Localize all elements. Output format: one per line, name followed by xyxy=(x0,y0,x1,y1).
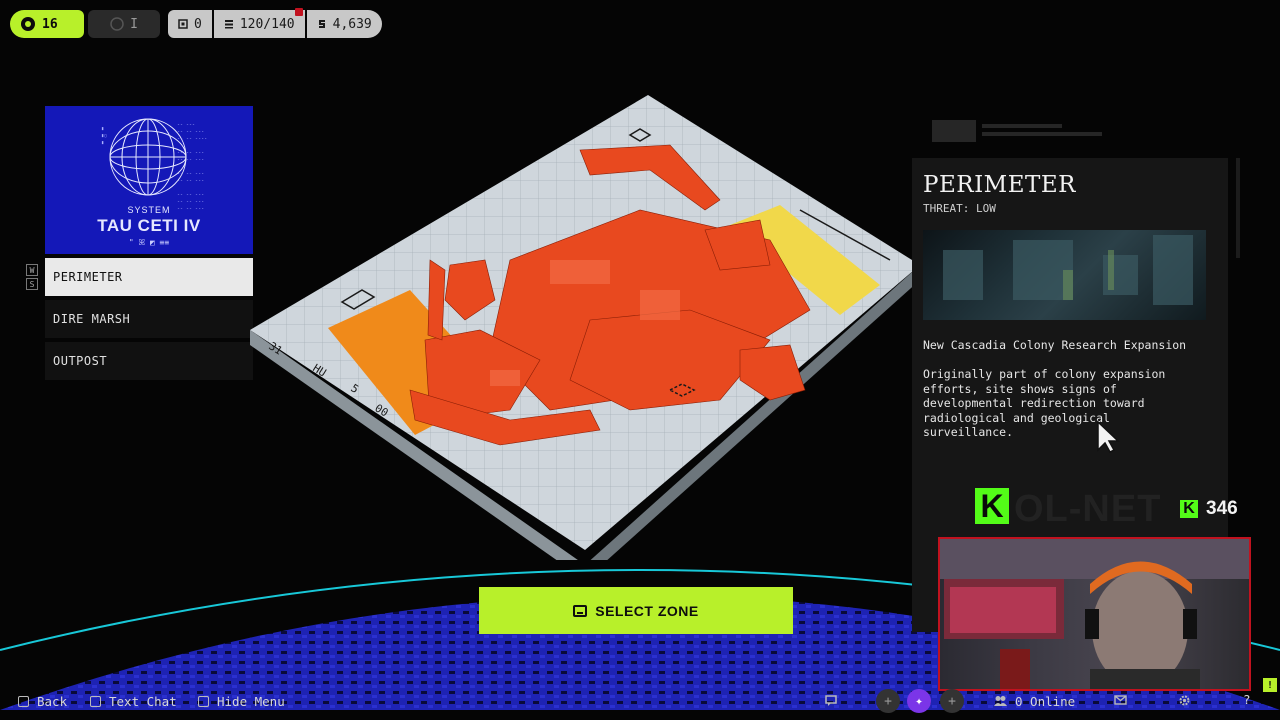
capacity-stat[interactable]: 120/140 xyxy=(213,8,305,38)
rank-value: I xyxy=(130,16,138,32)
panel-scroll-edge[interactable] xyxy=(1236,158,1240,258)
stat-a[interactable]: 0 xyxy=(168,10,212,38)
viewer-count-value: 346 xyxy=(1206,498,1238,519)
back-button[interactable]: Back xyxy=(18,694,67,709)
overlay-watermark: OL-NET xyxy=(1014,488,1162,530)
zone-list: PERIMETER DIRE MARSH OUTPOST xyxy=(45,258,253,380)
avatar-icon: ✦ xyxy=(915,693,923,709)
zone-preview-image xyxy=(923,230,1206,320)
viewer-count: K 346 xyxy=(1180,498,1238,520)
alert-dot-icon xyxy=(294,8,303,16)
stat-a-value: 0 xyxy=(194,16,202,32)
mail-icon[interactable] xyxy=(1114,695,1127,705)
mouse-cursor-icon xyxy=(1097,420,1120,453)
hide-menu-label: Hide Menu xyxy=(217,693,285,709)
webcam-overlay xyxy=(938,537,1251,691)
keyboard-key-icon xyxy=(573,604,588,617)
bottom-bar: Back Text Chat Hide Menu + ✦ + 0 Online … xyxy=(0,686,1280,716)
threat-level: THREAT: LOW xyxy=(923,202,996,215)
online-label: 0 Online xyxy=(1015,693,1076,709)
coords-text-right: -- --- -- -- --- -- -- ---- -- -- --- -- -- … xyxy=(177,122,208,212)
hide-menu-button[interactable]: Hide Menu xyxy=(198,694,285,709)
select-zone-label: SELECT ZONE xyxy=(595,602,699,619)
zone-description: Originally part of colony expansion effo… xyxy=(923,367,1166,440)
party-member-avatar[interactable]: ✦ xyxy=(907,689,931,713)
kick-logo: K xyxy=(975,488,1009,524)
select-zone-button[interactable]: SELECT ZONE xyxy=(479,587,793,634)
zone-label: OUTPOST xyxy=(53,354,108,368)
back-key-icon xyxy=(18,695,29,707)
zone-item-perimeter[interactable]: PERIMETER xyxy=(45,258,253,296)
zone-subtitle: New Cascadia Colony Research Expansion xyxy=(923,338,1187,352)
settings-icon[interactable] xyxy=(1178,694,1191,707)
rank-icon xyxy=(110,17,124,31)
box-icon xyxy=(178,19,188,29)
menu-key-icon xyxy=(198,695,209,707)
player-level-badge[interactable]: 16 xyxy=(10,10,84,38)
users-icon xyxy=(994,696,1007,706)
hotkey-s: S xyxy=(26,278,38,290)
credits-value: 4,639 xyxy=(332,16,372,32)
text-chat-button[interactable]: Text Chat xyxy=(90,694,177,709)
party-slot-button[interactable]: + xyxy=(876,689,900,713)
plus-icon: + xyxy=(948,693,956,709)
zone-title: PERIMETER xyxy=(923,172,1076,198)
online-status[interactable]: 0 Online xyxy=(994,694,1075,709)
chat-key-icon xyxy=(90,695,101,707)
capacity-icon xyxy=(224,20,233,29)
zone-label: DIRE MARSH xyxy=(53,312,131,326)
player-level-value: 16 xyxy=(42,16,58,32)
zone-hotkeys: W S xyxy=(26,264,38,290)
zone-item-outpost[interactable]: OUTPOST xyxy=(45,342,253,380)
rank-badge[interactable]: I xyxy=(88,10,160,38)
kick-icon: K xyxy=(1180,500,1198,518)
zone-map[interactable]: 31 HU 5 00 xyxy=(250,90,920,560)
capacity-value: 120/140 xyxy=(239,16,295,32)
system-label: SYSTEM xyxy=(127,205,171,215)
coords-text-left: ▮ ▮▯ ▮ xyxy=(101,126,108,146)
brand-watermark-icon xyxy=(932,120,1102,142)
system-card: ▮ ▮▯ ▮ -- --- -- -- --- -- -- ---- -- -- --- -… xyxy=(45,106,253,254)
back-label: Back xyxy=(37,693,68,709)
help-button[interactable]: ? xyxy=(1243,692,1251,707)
plus-icon: + xyxy=(884,693,892,709)
hotkey-w: W xyxy=(26,264,38,276)
text-chat-label: Text Chat xyxy=(109,693,177,709)
top-hud: 16 I 0 120/140 4,639 xyxy=(10,8,382,38)
system-glyphs: " ꕤ ◩ ≡≡ xyxy=(128,238,170,247)
zone-item-dire-marsh[interactable]: DIRE MARSH xyxy=(45,300,253,338)
zone-label: PERIMETER xyxy=(53,270,123,284)
credits-stat[interactable]: 4,639 xyxy=(306,10,382,38)
level-icon xyxy=(21,17,35,31)
system-name: TAU CETI IV xyxy=(97,216,201,235)
credits-icon xyxy=(318,20,325,28)
party-slot-button[interactable]: + xyxy=(940,689,964,713)
chat-icon[interactable] xyxy=(825,695,837,707)
